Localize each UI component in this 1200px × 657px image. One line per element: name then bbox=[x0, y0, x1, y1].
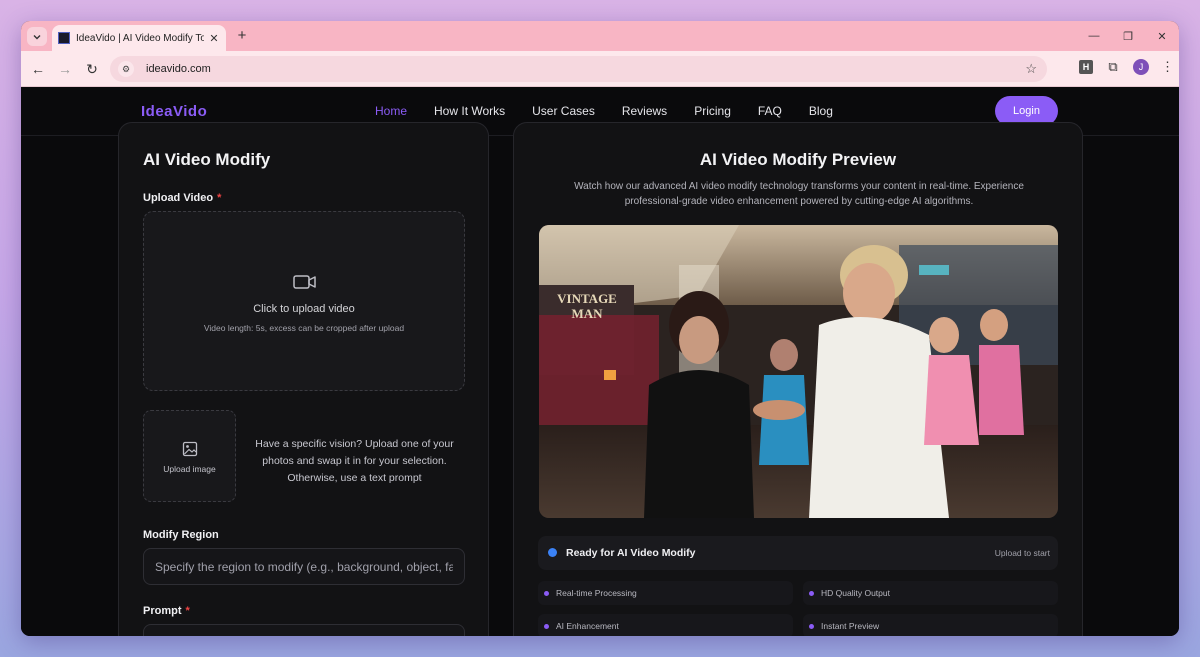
video-camera-icon bbox=[293, 275, 316, 289]
prompt-label-text: Prompt bbox=[143, 605, 182, 617]
upload-video-dropzone[interactable]: Click to upload video Video length: 5s, … bbox=[143, 211, 465, 391]
upload-video-label-text: Upload Video bbox=[143, 192, 214, 204]
nav-user-cases[interactable]: User Cases bbox=[532, 104, 595, 118]
browser-window: IdeaVido | AI Video Modify Tool ✕ + — ❐ … bbox=[21, 21, 1179, 636]
feature-label: Instant Preview bbox=[821, 621, 880, 631]
modify-form-panel: AI Video Modify Upload Video * Click to u… bbox=[118, 122, 489, 636]
required-mark: * bbox=[217, 192, 222, 204]
preview-scene-image bbox=[539, 225, 1058, 518]
preview-video[interactable]: VINTAGE MAN bbox=[539, 225, 1058, 518]
tab-close-icon[interactable]: ✕ bbox=[208, 32, 220, 45]
status-hint: Upload to start bbox=[994, 548, 1050, 558]
browser-tab[interactable]: IdeaVido | AI Video Modify Tool ✕ bbox=[52, 25, 226, 51]
tab-search-button[interactable] bbox=[27, 27, 47, 46]
feature-item: HD Quality Output bbox=[803, 581, 1058, 605]
browser-toolbar: ← → ↻ ⚙ ideavido.com ☆ H ⧉ J ⋮ bbox=[21, 51, 1179, 87]
nav-reviews[interactable]: Reviews bbox=[622, 104, 667, 118]
web-page: IdeaVido Home How It Works User Cases Re… bbox=[21, 87, 1179, 636]
main-nav: Home How It Works User Cases Reviews Pri… bbox=[375, 104, 860, 118]
modify-region-label: Modify Region bbox=[143, 529, 219, 541]
upload-image-label: Upload image bbox=[163, 464, 216, 474]
extension-h-icon[interactable]: H bbox=[1079, 60, 1093, 74]
tab-strip: IdeaVido | AI Video Modify Tool ✕ + — ❐ … bbox=[21, 21, 1179, 51]
window-controls: — ❐ ✕ bbox=[1077, 21, 1179, 51]
prompt-textarea[interactable] bbox=[143, 624, 465, 636]
restore-icon[interactable]: ❐ bbox=[1111, 21, 1145, 51]
site-info-icon[interactable]: ⚙ bbox=[118, 61, 134, 77]
upload-video-cta: Click to upload video bbox=[253, 303, 355, 315]
feature-dot-icon bbox=[809, 623, 814, 629]
kebab-menu-icon[interactable]: ⋮ bbox=[1161, 59, 1174, 75]
back-icon[interactable]: ← bbox=[29, 60, 47, 78]
site-logo[interactable]: IdeaVido bbox=[141, 103, 207, 120]
feature-label: Real-time Processing bbox=[556, 588, 637, 598]
reload-icon[interactable]: ↻ bbox=[83, 60, 101, 78]
form-title: AI Video Modify bbox=[143, 150, 271, 169]
toolbar-actions: H ⧉ J ⋮ bbox=[1079, 59, 1174, 75]
upload-image-dropzone[interactable]: Upload image bbox=[143, 410, 236, 502]
status-indicator-dot bbox=[548, 548, 557, 557]
extensions-puzzle-icon[interactable]: ⧉ bbox=[1105, 59, 1121, 75]
status-bar: Ready for AI Video Modify Upload to star… bbox=[538, 536, 1058, 570]
address-bar[interactable]: ⚙ ideavido.com ☆ bbox=[110, 56, 1047, 82]
nav-pricing[interactable]: Pricing bbox=[694, 104, 731, 118]
feature-item: AI Enhancement bbox=[538, 614, 793, 636]
bookmark-star-icon[interactable]: ☆ bbox=[1025, 61, 1037, 77]
preview-title: AI Video Modify Preview bbox=[699, 150, 897, 169]
feature-item: Real-time Processing bbox=[538, 581, 793, 605]
modify-region-input[interactable] bbox=[143, 548, 465, 585]
nav-home[interactable]: Home bbox=[375, 104, 407, 118]
site-favicon-icon bbox=[58, 32, 70, 44]
minimize-icon[interactable]: — bbox=[1077, 21, 1111, 51]
forward-icon[interactable]: → bbox=[56, 60, 74, 78]
preview-description: Watch how our advanced AI video modify t… bbox=[574, 181, 1024, 207]
chevron-down-icon bbox=[33, 34, 41, 39]
prompt-label: Prompt * bbox=[143, 605, 190, 617]
close-window-icon[interactable]: ✕ bbox=[1145, 21, 1179, 51]
nav-faq[interactable]: FAQ bbox=[758, 104, 782, 118]
feature-label: HD Quality Output bbox=[821, 588, 890, 598]
feature-item: Instant Preview bbox=[803, 614, 1058, 636]
feature-label: AI Enhancement bbox=[556, 621, 619, 631]
upload-video-label: Upload Video * bbox=[143, 192, 221, 204]
required-mark: * bbox=[185, 605, 190, 617]
feature-dot-icon bbox=[809, 590, 814, 596]
vision-hint-text: Have a specific vision? Upload one of yo… bbox=[255, 438, 454, 484]
feature-dot-icon bbox=[544, 623, 549, 629]
preview-sign-text: VINTAGE MAN bbox=[557, 291, 617, 321]
nav-how-it-works[interactable]: How It Works bbox=[434, 104, 505, 118]
nav-blog[interactable]: Blog bbox=[809, 104, 833, 118]
profile-avatar[interactable]: J bbox=[1133, 59, 1149, 75]
preview-panel: AI Video Modify Preview Watch how our ad… bbox=[513, 122, 1083, 636]
upload-video-hint: Video length: 5s, excess can be cropped … bbox=[203, 323, 405, 333]
url-text[interactable]: ideavido.com bbox=[146, 63, 1025, 75]
feature-dot-icon bbox=[544, 590, 549, 596]
image-icon bbox=[182, 441, 198, 457]
new-tab-icon[interactable]: + bbox=[234, 27, 250, 45]
status-text: Ready for AI Video Modify bbox=[566, 547, 696, 559]
tab-title: IdeaVido | AI Video Modify Tool bbox=[76, 32, 204, 44]
